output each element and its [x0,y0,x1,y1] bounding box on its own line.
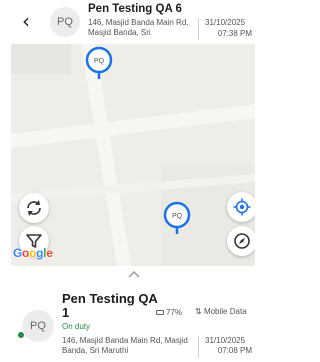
header-date: 31/10/2025 [205,18,246,27]
network-status: ⇅ Mobile Data [195,307,247,316]
compass-button[interactable] [227,226,255,256]
refresh-button[interactable] [19,193,49,223]
map-pin-label: PQ [172,213,183,220]
member-address: 146, Masjid Banda Main Rd, Masjid Banda,… [62,336,188,355]
compass-icon [234,233,250,249]
member-name: Pen Testing QA [62,291,158,306]
my-location-button[interactable] [227,192,255,222]
member-avatar[interactable]: PQ [22,310,54,342]
member-date: 31/10/2025 [205,336,246,345]
header-avatar: PQ [50,7,80,37]
map-pin[interactable]: PQ [85,46,113,80]
google-attribution: Google [13,246,53,260]
duty-status: On duty [62,322,91,331]
member-time: 07:08 PM [217,346,252,355]
back-arrow-icon[interactable]: ‹ [22,11,38,31]
network-icon: ⇅ [195,307,202,316]
map-pin-label: PQ [94,58,105,65]
map-pin[interactable]: PQ [163,201,191,235]
online-status-dot [17,331,25,339]
header-address: 146, Masjid Banda Main Rd, Masjid Banda,… [88,18,189,37]
battery-level: 77% [166,308,183,317]
map-roads [11,44,255,266]
header-time: 07:38 PM [217,29,252,38]
network-type: Mobile Data [203,307,247,316]
refresh-icon [27,200,41,216]
battery-status: 77% [156,308,182,317]
battery-icon [156,310,164,316]
my-location-icon [233,198,251,216]
member-name-suffix: 1 [62,305,70,320]
header-divider [198,18,199,40]
header-name: Pen Testing QA 6 [88,3,182,15]
card-divider [198,336,199,358]
app-header: ‹ PQ Pen Testing QA 6 146, Masjid Banda … [0,0,255,44]
chevron-up-icon[interactable] [128,270,140,278]
map-view[interactable]: PQ PQ Google [11,44,255,266]
